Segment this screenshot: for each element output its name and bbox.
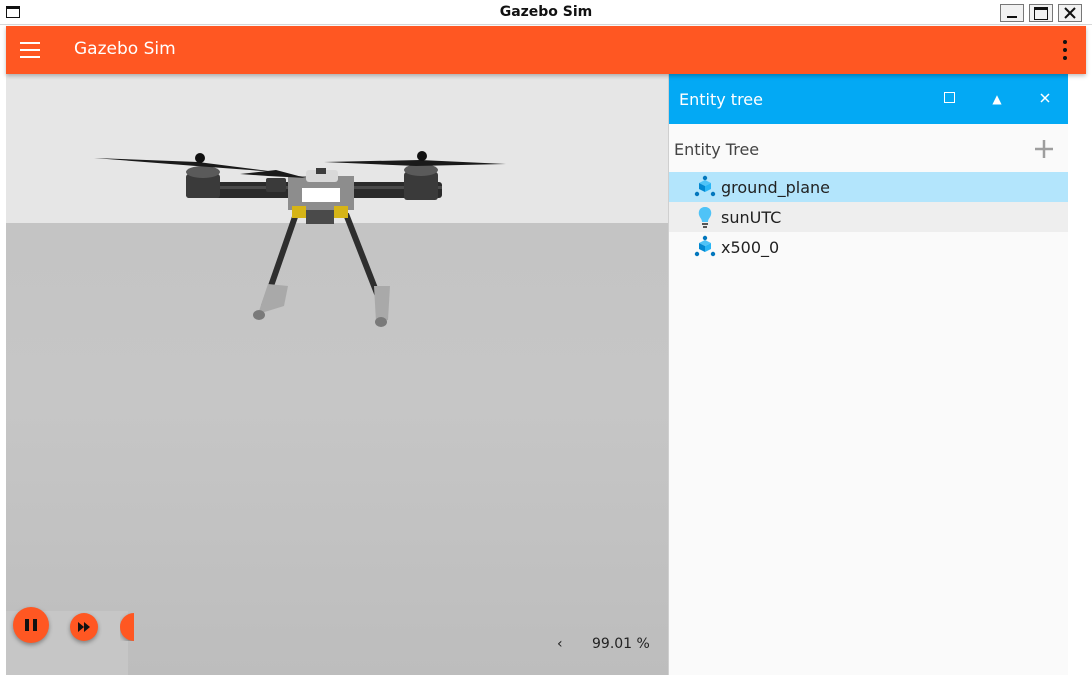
fast-forward-icon: [78, 622, 90, 632]
model-icon: [693, 235, 717, 259]
close-window-button[interactable]: [1058, 4, 1082, 22]
entity-tree-heading: Entity Tree: [674, 140, 760, 159]
entity-label: sunUTC: [721, 207, 782, 227]
app-bar: Gazebo Sim: [6, 26, 1086, 74]
entity-list: ground_plane sunUTC x500_0: [669, 172, 1068, 262]
panel-header: Entity tree ▲: [669, 74, 1069, 124]
hamburger-menu-icon[interactable]: [20, 42, 40, 58]
step-button[interactable]: [70, 613, 98, 641]
panel-collapse-button[interactable]: ▲: [989, 92, 1005, 106]
stats-toggle-chevron-icon[interactable]: ‹: [557, 636, 563, 652]
x500-drone-model: [94, 151, 506, 327]
close-icon: [1064, 7, 1076, 19]
more-vert-icon[interactable]: [1062, 40, 1068, 60]
minimize-button[interactable]: [1000, 4, 1024, 22]
entity-row-x500-0[interactable]: x500_0: [669, 232, 1068, 262]
panel-maximize-button[interactable]: [941, 92, 957, 106]
scene-3d-viewport[interactable]: ‹ 99.01 %: [6, 74, 668, 675]
window-titlebar: Gazebo Sim: [0, 0, 1092, 25]
plus-icon[interactable]: [1033, 138, 1055, 160]
entity-row-ground-plane[interactable]: ground_plane: [669, 172, 1068, 202]
pause-button[interactable]: [13, 607, 49, 643]
model-icon: [693, 175, 717, 199]
panel-title: Entity tree: [679, 90, 763, 109]
panel-close-button[interactable]: [1037, 92, 1053, 106]
entity-tree-panel: Entity tree ▲ Entity Tree ground_plane s…: [668, 74, 1069, 675]
app-title: Gazebo Sim: [74, 39, 176, 59]
real-time-factor: 99.01 %: [592, 636, 650, 652]
window-bottom-edge: [6, 675, 1086, 681]
entity-label: ground_plane: [721, 177, 830, 197]
window-title: Gazebo Sim: [499, 4, 593, 20]
entity-label: x500_0: [721, 237, 780, 257]
light-bulb-icon: [693, 205, 717, 229]
maximize-button[interactable]: [1029, 4, 1053, 22]
panel-scroll-area: [1068, 74, 1086, 675]
close-icon: [1040, 93, 1050, 103]
entity-row-sunutc[interactable]: sunUTC: [669, 202, 1068, 232]
